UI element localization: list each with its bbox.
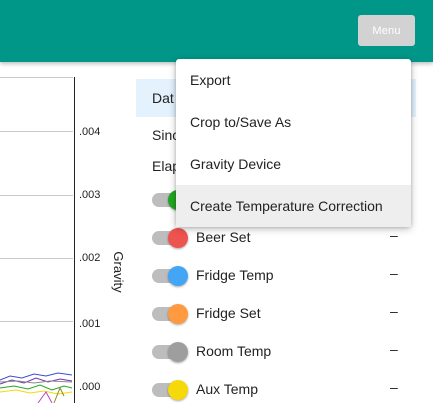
gravity-chart: .004 .003 .002 .001 .000 Gravity bbox=[0, 62, 135, 403]
y-axis-label: Gravity bbox=[111, 251, 126, 293]
y-tick-label: .002 bbox=[79, 252, 100, 264]
series-line-green bbox=[0, 384, 73, 391]
toggle-thumb-icon[interactable] bbox=[168, 342, 188, 362]
menu-item-create-temperature-correction[interactable]: Create Temperature Correction bbox=[176, 185, 411, 227]
menu-item-label: Crop to/Save As bbox=[190, 114, 292, 130]
y-axis-ticks: .004 .003 .002 .001 .000 bbox=[79, 126, 100, 393]
menu-item-label: Export bbox=[190, 72, 231, 88]
toggle-thumb-icon[interactable] bbox=[168, 380, 188, 400]
menu-item-crop-save-as[interactable]: Crop to/Save As bbox=[176, 101, 411, 143]
series-value: – bbox=[390, 265, 398, 281]
y-tick-label: .003 bbox=[79, 189, 100, 201]
chart-svg: .004 .003 .002 .001 .000 Gravity bbox=[0, 77, 126, 403]
dropdown-menu: Export Crop to/Save As Gravity Device Cr… bbox=[176, 59, 411, 227]
series-row-room-temp: Room Temp – bbox=[152, 338, 412, 364]
series-name: Fridge Temp bbox=[196, 267, 274, 283]
y-tick-label: .000 bbox=[79, 381, 100, 393]
menu-item-export[interactable]: Export bbox=[176, 59, 411, 101]
series-lines bbox=[0, 372, 73, 403]
series-name: Aux Temp bbox=[196, 381, 258, 397]
series-row-aux-temp: Aux Temp – bbox=[152, 376, 412, 402]
series-row-fridge-temp: Fridge Temp – bbox=[152, 262, 412, 288]
series-row-beer-set: Beer Set – bbox=[152, 224, 412, 250]
toggle-thumb-icon[interactable] bbox=[168, 228, 188, 248]
chart-gridlines bbox=[0, 77, 73, 322]
series-line-gray bbox=[0, 380, 73, 384]
menu-item-label: Gravity Device bbox=[190, 156, 282, 172]
series-name: Fridge Set bbox=[196, 305, 261, 321]
series-line-magenta bbox=[37, 391, 53, 403]
series-value: – bbox=[390, 341, 398, 357]
series-line-olive bbox=[53, 386, 65, 403]
series-name: Room Temp bbox=[196, 343, 272, 359]
top-app-bar: Menu bbox=[0, 0, 433, 62]
toggle-thumb-icon[interactable] bbox=[168, 266, 188, 286]
y-tick-label: .001 bbox=[79, 318, 100, 330]
panel-header-label: Dat bbox=[152, 90, 174, 106]
series-name: Beer Set bbox=[196, 229, 251, 245]
menu-button[interactable]: Menu bbox=[358, 15, 415, 46]
y-tick-label: .004 bbox=[79, 126, 100, 138]
series-value: – bbox=[390, 227, 398, 243]
series-value: – bbox=[390, 379, 398, 395]
series-row-fridge-set: Fridge Set – bbox=[152, 300, 412, 326]
menu-item-gravity-device[interactable]: Gravity Device bbox=[176, 143, 411, 185]
menu-item-label: Create Temperature Correction bbox=[190, 198, 383, 214]
series-value: – bbox=[390, 303, 398, 319]
toggle-thumb-icon[interactable] bbox=[168, 304, 188, 324]
